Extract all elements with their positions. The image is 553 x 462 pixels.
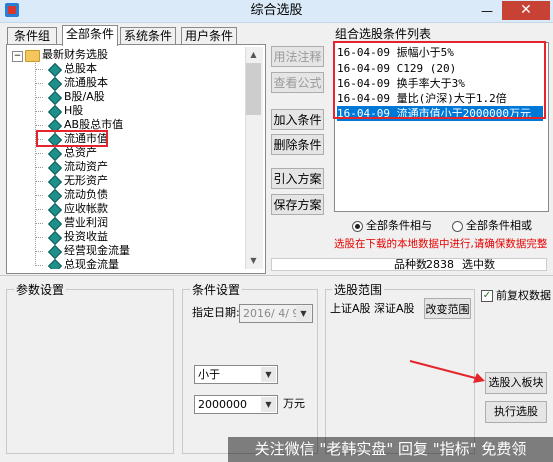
- formula-icon: [47, 104, 63, 120]
- tab-all-conditions[interactable]: 全部条件: [62, 25, 118, 46]
- formula-icon: [47, 188, 63, 204]
- pre-adjust-label[interactable]: 前复权数据: [496, 289, 551, 303]
- highlight-box: [333, 41, 546, 119]
- folder-icon: [25, 50, 40, 62]
- formula-icon: [47, 62, 63, 78]
- scroll-down-icon[interactable]: ▼: [245, 253, 262, 269]
- formula-icon: [47, 90, 63, 106]
- import-plan-button[interactable]: 引入方案: [271, 168, 324, 189]
- selected-count-label: 选中数: [462, 258, 495, 271]
- value-input[interactable]: 2000000 ▼: [194, 395, 278, 414]
- scrollbar-thumb[interactable]: [246, 63, 261, 115]
- date-label: 指定日期:: [192, 306, 240, 319]
- formula-icon: [47, 174, 63, 190]
- operator-select[interactable]: 小于 ▼: [194, 365, 278, 384]
- tab-condition-group[interactable]: 条件组: [7, 27, 57, 45]
- usage-notes-button[interactable]: 用法注释: [271, 46, 324, 67]
- formula-icon: [47, 202, 63, 218]
- total-count-label: 品种数: [394, 258, 427, 271]
- watermark-text: 关注微信 "老韩实盘" 回复 "指标" 免费领: [228, 437, 553, 462]
- delete-condition-button[interactable]: 删除条件: [271, 134, 324, 155]
- operator-value: 小于: [198, 368, 220, 381]
- close-button[interactable]: ✕: [502, 1, 550, 20]
- condition-tree[interactable]: − 最新财务选股 总股本 流通股本 B股/A股 H股 AB股总市值 流通市值 总…: [8, 47, 244, 269]
- arrow-annotation-icon: [409, 360, 485, 383]
- formula-icon: [47, 76, 63, 92]
- highlight-box: [36, 130, 108, 147]
- warning-text: 选股在下载的本地数据中进行,请确保数据完整: [334, 238, 548, 250]
- range-text: 上证A股 深证A股: [330, 302, 415, 315]
- scroll-up-icon[interactable]: ▲: [245, 47, 262, 63]
- condition-settings-label: 条件设置: [190, 283, 243, 297]
- total-count-value: 2838: [426, 258, 454, 271]
- formula-icon: [47, 230, 63, 246]
- execute-button[interactable]: 执行选股: [485, 401, 547, 423]
- select-into-board-button[interactable]: 选股入板块: [485, 372, 547, 394]
- range-group-label: 选股范围: [332, 283, 385, 297]
- and-radio[interactable]: [352, 221, 363, 232]
- date-value: 2016/ 4/ 9: [243, 307, 300, 320]
- value-text: 2000000: [198, 398, 247, 411]
- minimize-button[interactable]: —: [475, 2, 499, 20]
- tree-root-label[interactable]: 最新财务选股: [42, 48, 108, 62]
- or-radio[interactable]: [452, 221, 463, 232]
- add-condition-button[interactable]: 加入条件: [271, 109, 324, 130]
- formula-icon: [47, 244, 63, 260]
- formula-icon: [47, 146, 63, 162]
- unit-label: 万元: [283, 397, 305, 410]
- or-radio-label[interactable]: 全部条件相或: [466, 219, 532, 233]
- formula-icon: [47, 160, 63, 176]
- divider: [0, 275, 553, 276]
- formula-icon: [47, 216, 63, 232]
- stock-screener-window: 综合选股 — ✕ 条件组 全部条件 系统条件 用户条件 − 最新财务选股 总股本…: [0, 0, 553, 462]
- chevron-down-icon[interactable]: ▼: [296, 306, 311, 321]
- window-title: 综合选股: [250, 3, 303, 18]
- params-group-label: 参数设置: [14, 283, 67, 297]
- tree-collapse-toggle[interactable]: −: [12, 51, 23, 62]
- save-plan-button[interactable]: 保存方案: [271, 194, 324, 215]
- tab-system-conditions[interactable]: 系统条件: [120, 27, 176, 45]
- formula-icon: [47, 258, 63, 269]
- chevron-down-icon[interactable]: ▼: [261, 397, 276, 412]
- view-formula-button[interactable]: 查看公式: [271, 72, 324, 93]
- and-radio-label[interactable]: 全部条件相与: [366, 219, 432, 233]
- pre-adjust-checkbox[interactable]: ✓: [481, 290, 493, 302]
- params-group: [6, 289, 174, 454]
- tab-user-conditions[interactable]: 用户条件: [181, 27, 237, 45]
- chevron-down-icon[interactable]: ▼: [261, 367, 276, 382]
- change-range-button[interactable]: 改变范围: [424, 298, 471, 319]
- conditions-list-label: 组合选股条件列表: [335, 27, 432, 41]
- date-picker[interactable]: 2016/ 4/ 9 ▼: [239, 304, 313, 323]
